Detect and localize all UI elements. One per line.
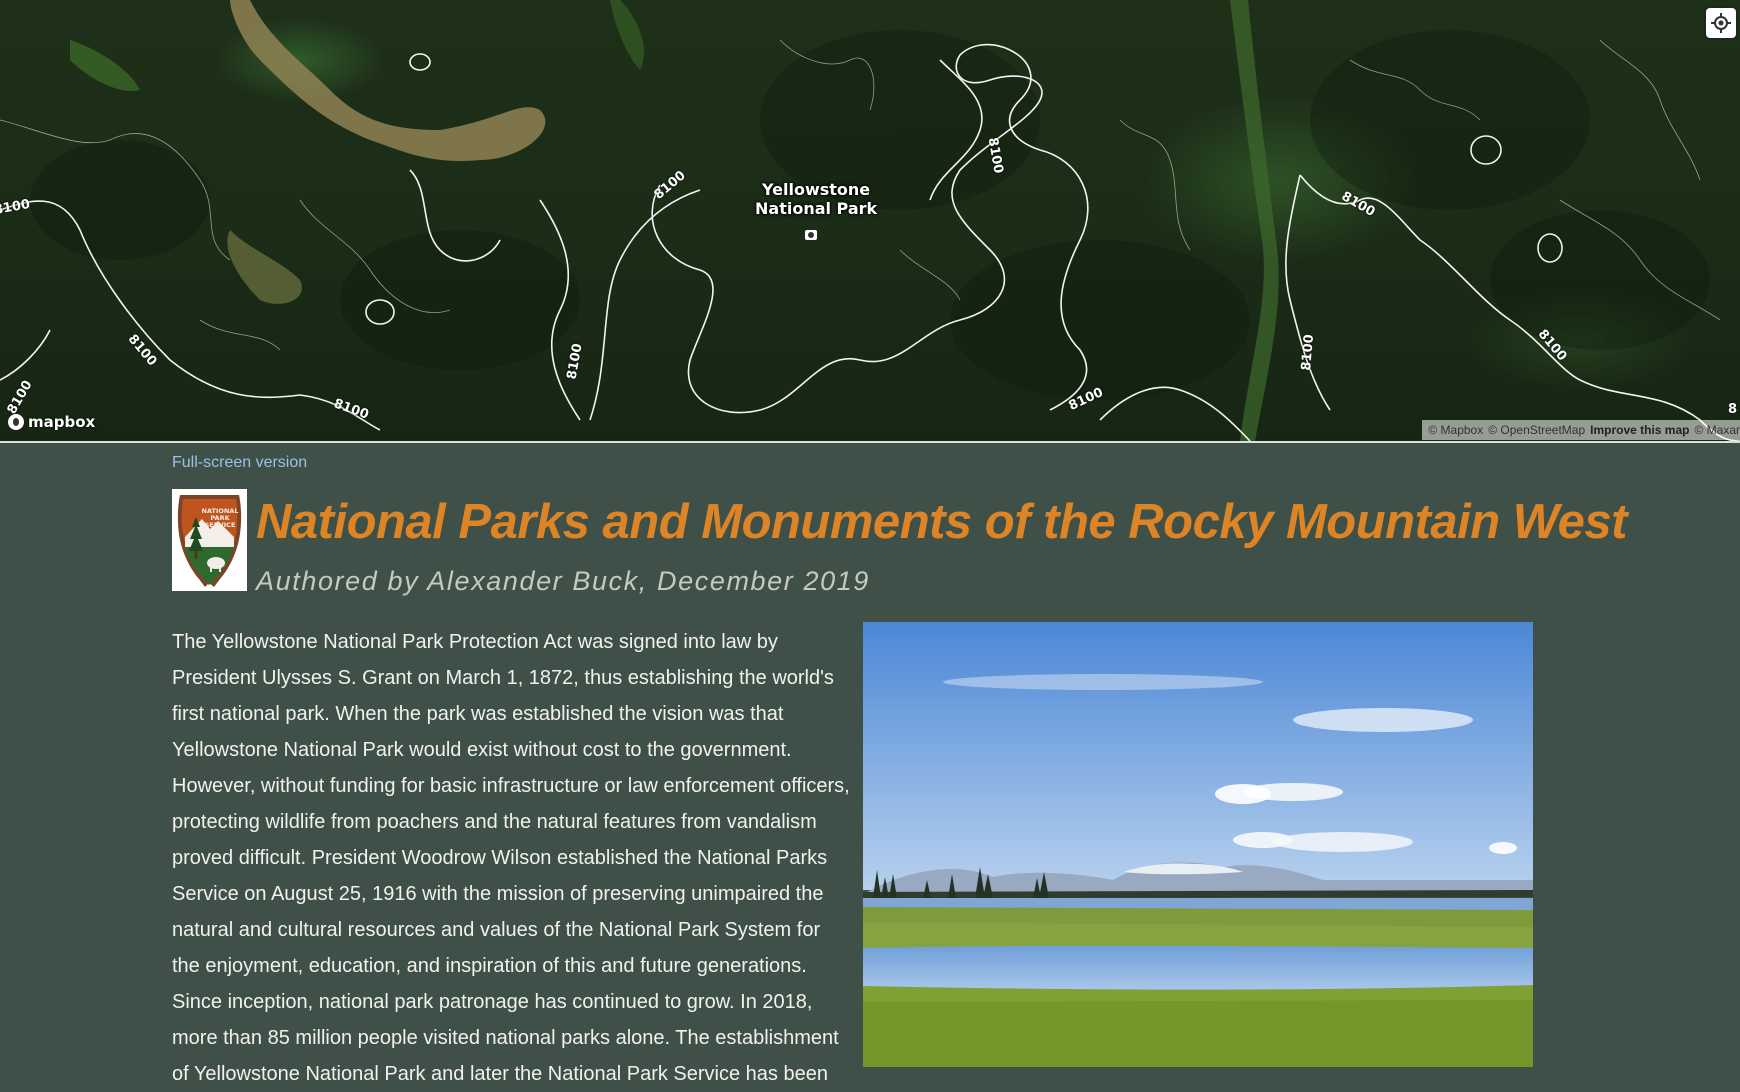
page-subtitle: Authored by Alexander Buck, December 201… [256, 566, 870, 596]
fullscreen-link[interactable]: Full-screen version [172, 454, 307, 472]
mapbox-logo-text: mapbox [28, 413, 96, 431]
attribution-osm-link[interactable]: © OpenStreetMap [1488, 423, 1585, 437]
yellowstone-lake-photo [863, 622, 1533, 1067]
geolocate-button[interactable] [1706, 8, 1736, 38]
map-divider [0, 441, 1740, 443]
page-title: National Parks and Monuments of the Rock… [256, 495, 1628, 549]
improve-map-link[interactable]: Improve this map [1590, 423, 1689, 437]
mapbox-logo[interactable]: mapbox [8, 413, 95, 431]
map-attribution: © Mapbox © OpenStreetMap Improve this ma… [1422, 420, 1740, 440]
terrain-imagery [0, 0, 1740, 441]
article-paragraph: The Yellowstone National Park Protection… [172, 631, 850, 1085]
attribution-maxar-link[interactable]: © Maxar [1694, 423, 1740, 437]
mapbox-logo-icon [8, 414, 24, 430]
nps-arrowhead-logo: NATIONAL PARK SERVICE [172, 489, 247, 591]
contour-label: 8 [1728, 402, 1738, 417]
crosshair-icon [1711, 13, 1731, 33]
camera-icon[interactable] [805, 230, 817, 240]
map-place-label[interactable]: Yellowstone National Park [755, 180, 877, 218]
badge-text-line: SERVICE [205, 521, 236, 529]
attribution-mapbox-link[interactable]: © Mapbox [1428, 423, 1483, 437]
contour-label: 8100 [1299, 333, 1318, 372]
map-view[interactable]: Yellowstone National Park 8100 8100 8100… [0, 0, 1740, 441]
